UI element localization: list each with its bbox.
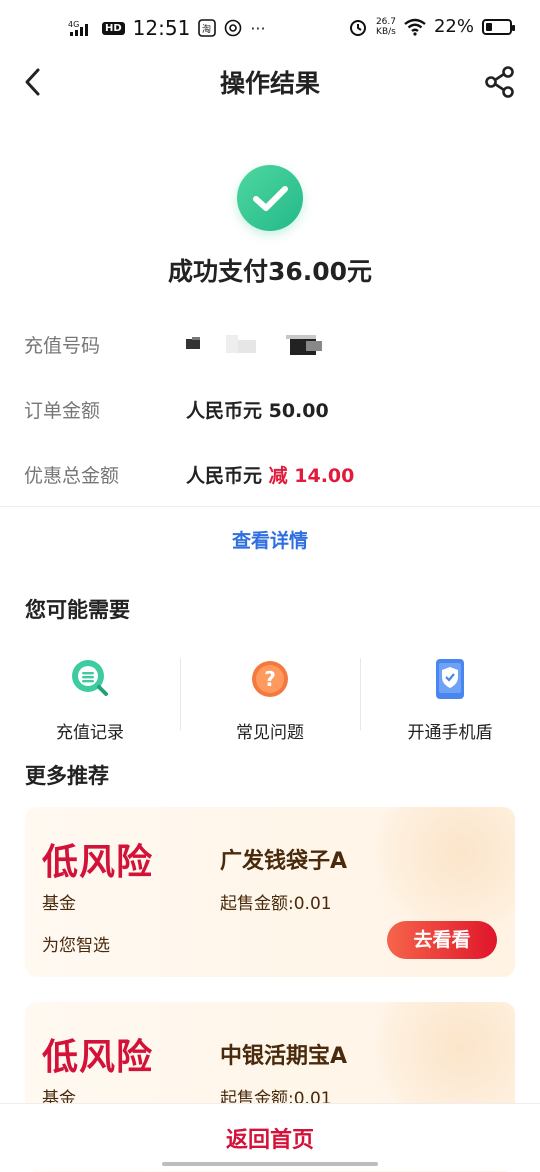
battery-percent: 22%: [433, 16, 474, 37]
phone-shield-label: 开通手机盾: [407, 723, 493, 743]
status-bar: 4G HD 12:51 淘 ··· 26.7 KB/s 22%: [0, 0, 540, 60]
hd-badge: HD: [102, 21, 125, 35]
divider: [0, 506, 540, 507]
faq-label: 常见问题: [236, 723, 304, 743]
phone-number-row: 充值号码: [24, 323, 524, 363]
speed-value: 26.7: [375, 16, 396, 27]
status-time: 12:51: [132, 16, 191, 40]
carrier-notification-icon: [225, 19, 242, 37]
recharge-record-button[interactable]: 充值记录: [0, 648, 180, 748]
view-details-link[interactable]: 查看详情: [0, 526, 540, 553]
battery-icon: [482, 18, 515, 35]
status-left: 4G HD 12:51 淘 ···: [68, 16, 266, 40]
payment-success-message: 成功支付36.00元: [167, 257, 373, 286]
home-indicator[interactable]: [162, 1162, 378, 1166]
faq-button[interactable]: ? 常见问题: [180, 648, 360, 748]
return-home-button[interactable]: 返回首页: [0, 1122, 540, 1154]
discount-amount: 减 14.00: [268, 465, 355, 487]
alarm-icon: [349, 19, 366, 36]
phone-shield-button[interactable]: 开通手机盾: [360, 648, 540, 748]
discount-label: 优惠总金额: [24, 465, 120, 487]
fund-name: 中银活期宝A: [220, 1044, 348, 1069]
success-check-icon: [237, 165, 303, 231]
header: 操作结果: [0, 52, 540, 112]
view-fund-button[interactable]: 去看看: [387, 921, 497, 959]
speed-unit: KB/s: [376, 26, 396, 37]
needs-section-title: 您可能需要: [25, 598, 130, 622]
share-icon: [485, 66, 514, 98]
fund-type: 基金: [42, 894, 76, 914]
recommend-tag: 为您智选: [42, 936, 110, 956]
phone-shield-icon: [436, 659, 464, 699]
more-notifications: ···: [250, 18, 266, 38]
svg-text:4G: 4G: [68, 20, 79, 29]
status-right: 26.7 KB/s 22%: [348, 16, 515, 37]
order-amount-label: 订单金额: [24, 400, 101, 422]
recharge-record-icon: [72, 660, 108, 696]
phone-number-label: 充值号码: [24, 335, 101, 357]
min-amount: 起售金额:0.01: [220, 894, 332, 914]
svg-text:?: ?: [264, 667, 276, 691]
card-decoration: [375, 807, 515, 937]
fund-name: 广发钱袋子A: [220, 849, 348, 874]
share-button[interactable]: [482, 64, 518, 100]
risk-level: 低风险: [42, 842, 154, 883]
bottom-bar: 返回首页: [0, 1103, 540, 1171]
svg-text:淘: 淘: [202, 23, 211, 35]
masked-phone-number: [186, 335, 322, 355]
signal-icon: 4G: [68, 20, 88, 36]
checkmark-icon: [253, 186, 288, 211]
discount-value: 人民币元 减 14.00: [186, 461, 354, 488]
discount-currency: 人民币元: [186, 465, 263, 487]
order-amount-value: 人民币元 50.00: [186, 400, 329, 422]
recharge-record-label: 充值记录: [56, 723, 124, 743]
recommend-section-title: 更多推荐: [25, 764, 109, 788]
taobao-notification-icon: 淘: [198, 19, 217, 37]
discount-row: 优惠总金额 人民币元 减 14.00: [24, 453, 524, 493]
risk-level: 低风险: [42, 1037, 154, 1078]
wifi-icon: [404, 18, 426, 36]
page-title: 操作结果: [219, 69, 320, 98]
question-icon: ?: [252, 661, 288, 697]
fund-card[interactable]: 低风险 广发钱袋子A 基金 起售金额:0.01 为您智选 去看看: [25, 807, 515, 977]
network-speed: 26.7 KB/s: [376, 17, 396, 37]
order-amount-row: 订单金额 人民币元 50.00: [24, 388, 524, 428]
